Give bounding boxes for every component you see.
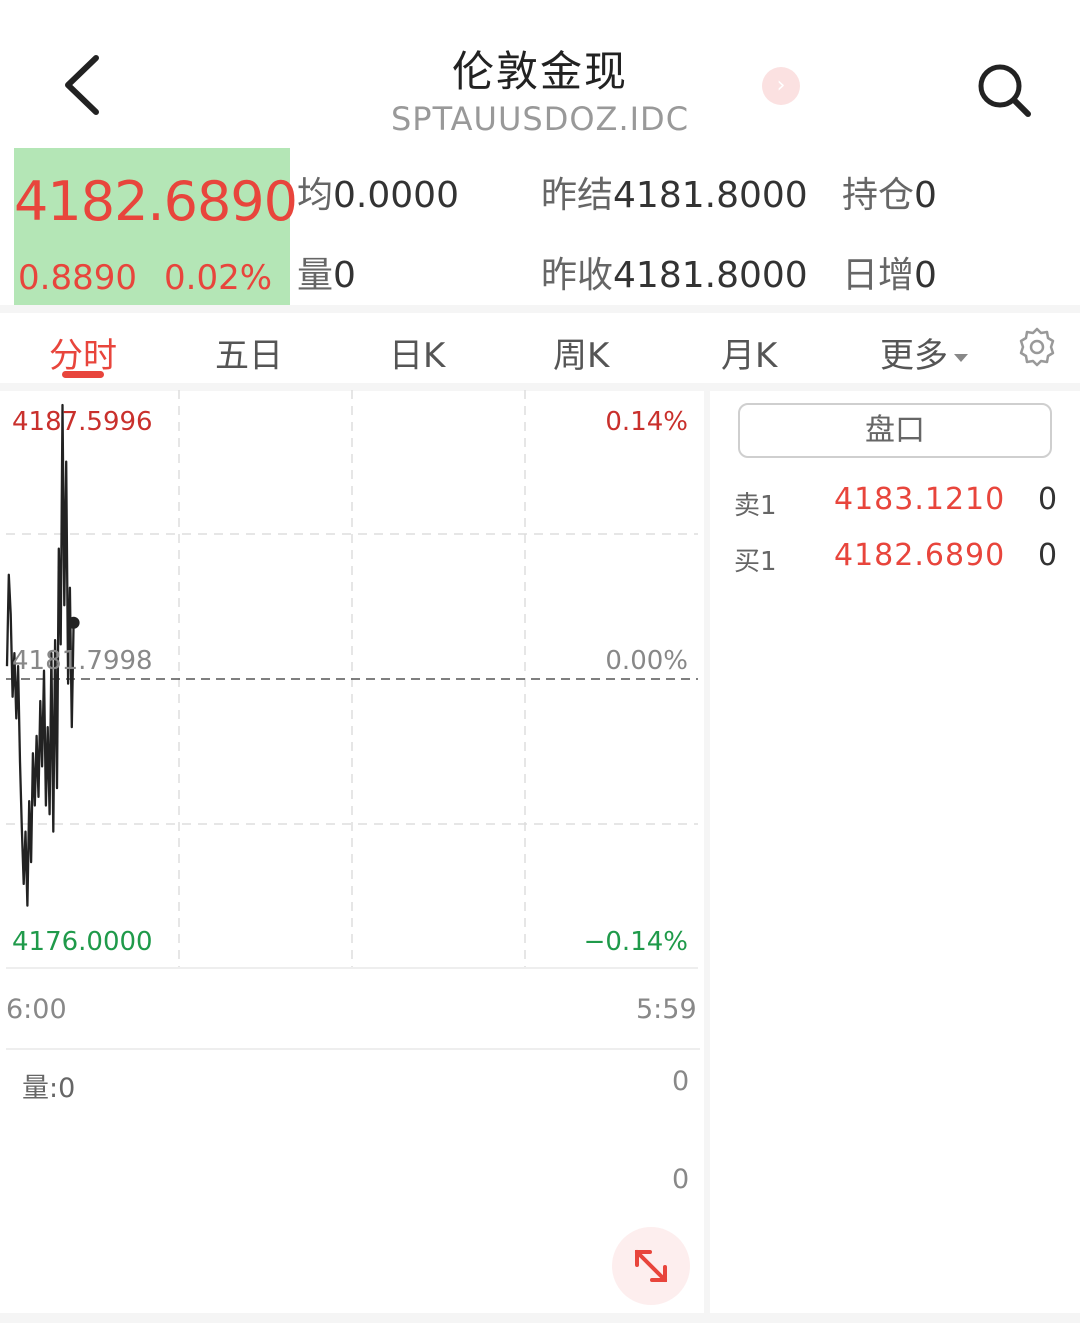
chevron-right-icon: › xyxy=(776,73,786,98)
intraday-chart[interactable]: 4187.5996 4181.7998 4176.0000 0.14% 0.00… xyxy=(0,390,700,970)
stat-average-value: 0.0000 xyxy=(333,175,459,216)
stat-prev-close-label: 昨收 xyxy=(541,255,614,296)
bottom-bar xyxy=(0,1313,1080,1323)
order-book-tab[interactable]: 盘口 xyxy=(738,403,1052,458)
price-change-percent: 0.02% xyxy=(164,258,273,298)
stat-prev-settle-value: 4181.8000 xyxy=(613,175,808,216)
stat-position-label: 持仓 xyxy=(842,175,915,216)
last-price: 4182.6890 xyxy=(14,170,298,233)
chart-settings-button[interactable] xyxy=(1016,326,1058,368)
price-change: 0.8890 xyxy=(18,258,137,298)
volume-axis-top: 0 xyxy=(672,1066,690,1097)
last-price-dot xyxy=(67,616,80,629)
stat-daily-increase-label: 日增 xyxy=(842,255,915,296)
stat-position-value: 0 xyxy=(914,175,937,216)
tab-intraday[interactable]: 分时 xyxy=(49,328,117,377)
caret-down-icon xyxy=(954,353,968,362)
ask1-volume: 0 xyxy=(1038,482,1058,517)
stat-prev-close-value: 4181.8000 xyxy=(613,255,808,296)
volume-separator xyxy=(6,1048,700,1050)
stat-prev-settle-label: 昨结 xyxy=(541,175,614,216)
active-tab-indicator xyxy=(62,371,104,378)
period-tabs: 分时 五日 日K 周K 月K 更多 xyxy=(0,312,1080,384)
stat-daily-increase: 日增0 xyxy=(842,246,937,298)
tab-weekly-k[interactable]: 周K xyxy=(553,328,609,377)
gear-icon xyxy=(1019,327,1055,367)
tab-monthly-k[interactable]: 月K xyxy=(721,328,777,377)
instrument-code: SPTAUUSDOZ.IDC xyxy=(390,100,690,138)
bid1-price: 4182.6890 xyxy=(834,538,1006,573)
page: 伦敦金现 SPTAUUSDOZ.IDC › 4182.6890 0.8890 0… xyxy=(0,0,1080,1323)
volume-label: 量:0 xyxy=(22,1073,76,1104)
next-instrument-button[interactable]: › xyxy=(762,67,800,105)
volume-axis-bottom: 0 xyxy=(672,1164,690,1195)
y-axis-max-percent: 0.14% xyxy=(605,407,688,437)
stat-daily-increase-value: 0 xyxy=(914,255,937,296)
search-button[interactable] xyxy=(972,58,1036,122)
stat-volume-value: 0 xyxy=(333,255,356,296)
page-title: 伦敦金现 xyxy=(451,47,628,96)
stat-volume: 量0 xyxy=(297,246,356,298)
y-axis-mid-price: 4181.7998 xyxy=(12,646,153,676)
panel-divider xyxy=(704,390,710,1323)
stat-average: 均0.0000 xyxy=(297,166,459,218)
stat-prev-settle: 昨结4181.8000 xyxy=(541,166,808,218)
tab-daily-k[interactable]: 日K xyxy=(389,328,445,377)
intraday-chart-svg xyxy=(5,390,698,969)
time-axis-end: 5:59 xyxy=(636,994,697,1025)
stat-average-label: 均 xyxy=(297,175,334,216)
bid1-volume: 0 xyxy=(1038,538,1058,573)
y-axis-min-percent: −0.14% xyxy=(583,927,688,957)
tab-five-day[interactable]: 五日 xyxy=(215,328,283,377)
stat-volume-label: 量 xyxy=(297,255,334,296)
search-icon xyxy=(978,64,1031,117)
price-box: 4182.6890 0.8890 0.02% xyxy=(14,148,298,305)
expand-icon xyxy=(635,1250,667,1282)
stat-position: 持仓0 xyxy=(842,166,937,218)
y-axis-max-price: 4187.5996 xyxy=(12,407,153,437)
tab-more[interactable]: 更多 xyxy=(880,328,968,377)
fullscreen-button[interactable] xyxy=(612,1227,690,1305)
tab-more-label: 更多 xyxy=(880,336,948,376)
y-axis-mid-percent: 0.00% xyxy=(605,646,688,676)
time-axis-start: 6:00 xyxy=(6,994,67,1025)
ask1-price: 4183.1210 xyxy=(834,482,1006,517)
stat-prev-close: 昨收4181.8000 xyxy=(541,246,808,298)
y-axis-min-price: 4176.0000 xyxy=(12,927,153,957)
header: 伦敦金现 SPTAUUSDOZ.IDC › xyxy=(0,0,1080,145)
ask1-label: 卖1 xyxy=(734,491,777,521)
bid1-label: 买1 xyxy=(734,547,777,577)
